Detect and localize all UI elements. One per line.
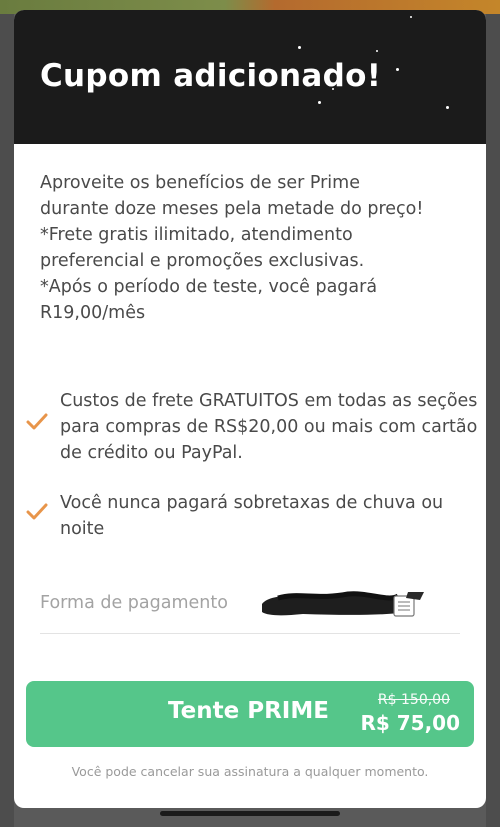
star-decoration <box>410 16 412 18</box>
payment-method-label: Forma de pagamento <box>40 593 228 613</box>
modal-header: Cupom adicionado! <box>14 10 486 144</box>
check-icon <box>22 412 52 432</box>
benefit-text: Você nunca pagará sobretaxas de chuva ou… <box>60 493 444 539</box>
credit-card-icon <box>258 586 426 622</box>
benefit-item: Você nunca pagará sobretaxas de chuva ou… <box>22 490 478 542</box>
modal-title: Cupom adicionado! <box>40 58 382 94</box>
cancel-anytime-note: Você pode cancelar sua assinatura a qual… <box>71 764 429 779</box>
background-overlay-right <box>486 14 500 827</box>
home-indicator[interactable] <box>160 811 340 816</box>
original-price: R$ 150,00 <box>377 692 450 708</box>
check-icon <box>22 502 52 522</box>
coupon-modal: Cupom adicionado! Aproveite os benefício… <box>14 10 486 808</box>
discounted-price: R$ 75,00 <box>360 711 460 735</box>
benefit-item: Custos de frete GRATUITOS em todas as se… <box>22 388 478 466</box>
try-prime-label: Tente PRIME <box>168 698 329 724</box>
star-decoration <box>376 50 378 52</box>
prime-description: Aproveite os benefícios de ser Prime dur… <box>40 173 424 323</box>
star-decoration <box>318 101 321 104</box>
star-decoration <box>298 46 301 49</box>
star-decoration <box>396 68 399 71</box>
try-prime-button[interactable]: Tente PRIME R$ 150,00 R$ 75,00 <box>26 681 474 747</box>
star-decoration <box>446 106 449 109</box>
background-overlay-left <box>0 14 14 827</box>
payment-method-selector[interactable]: Forma de pagamento <box>40 584 460 634</box>
benefit-text: Custos de frete GRATUITOS em todas as se… <box>60 391 478 463</box>
